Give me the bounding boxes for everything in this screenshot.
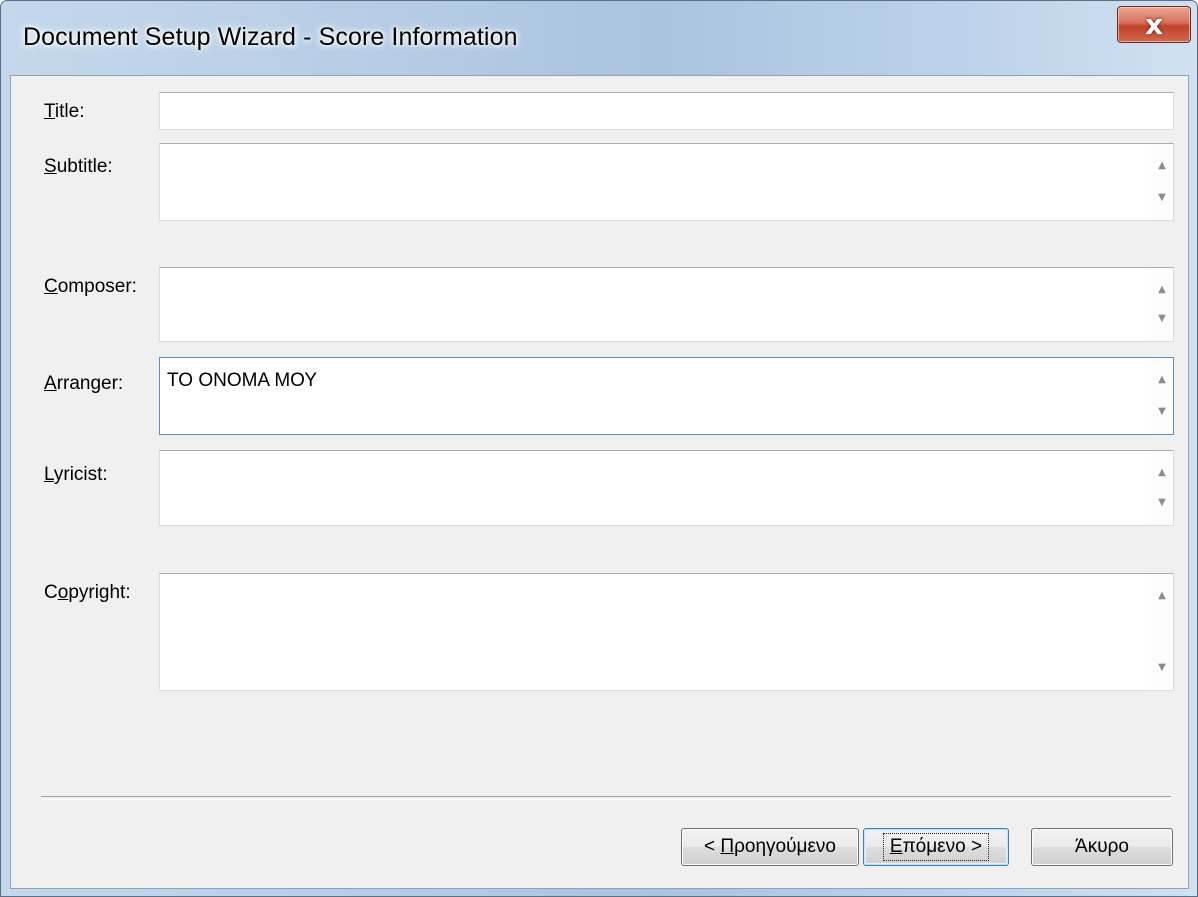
next-button-label: Επόμενο > xyxy=(882,833,990,861)
arranger-scrollbar[interactable]: ▲ ▼ xyxy=(1151,358,1173,434)
close-icon: x xyxy=(1144,7,1164,41)
scroll-up-arrow-icon[interactable]: ▲ xyxy=(1151,584,1173,606)
copyright-scrollbar[interactable]: ▲ ▼ xyxy=(1151,574,1173,690)
arranger-label: Arranger: xyxy=(44,373,124,394)
copyright-label: Copyright: xyxy=(44,582,131,603)
scroll-up-arrow-icon[interactable]: ▲ xyxy=(1151,368,1173,390)
copyright-input[interactable]: ▲ ▼ xyxy=(159,573,1174,691)
back-button-label: < Προηγούμενο xyxy=(704,836,836,857)
scroll-down-arrow-icon[interactable]: ▼ xyxy=(1151,307,1173,329)
arranger-input[interactable]: ΤΟ ΟΝΟΜΑ ΜΟΥ ▲ ▼ xyxy=(159,357,1174,435)
close-button[interactable]: x xyxy=(1117,6,1191,43)
subtitle-label: Subtitle: xyxy=(44,156,113,177)
window-title: Document Setup Wizard - Score Informatio… xyxy=(23,23,518,51)
cancel-button-label: Άκυρο xyxy=(1075,836,1129,857)
subtitle-input[interactable]: ▲ ▼ xyxy=(159,143,1174,221)
cancel-button[interactable]: Άκυρο xyxy=(1031,828,1173,866)
subtitle-scrollbar[interactable]: ▲ ▼ xyxy=(1151,144,1173,220)
title-bar[interactable]: Document Setup Wizard - Score Informatio… xyxy=(1,1,1197,75)
scroll-down-arrow-icon[interactable]: ▼ xyxy=(1151,491,1173,513)
scroll-up-arrow-icon[interactable]: ▲ xyxy=(1151,154,1173,176)
lyricist-input[interactable]: ▲ ▼ xyxy=(159,450,1174,526)
scroll-up-arrow-icon[interactable]: ▲ xyxy=(1151,461,1173,483)
lyricist-label: Lyricist: xyxy=(44,464,108,485)
composer-scrollbar[interactable]: ▲ ▼ xyxy=(1151,268,1173,341)
title-label: Title: xyxy=(44,101,85,122)
composer-input[interactable]: ▲ ▼ xyxy=(159,267,1174,342)
next-button[interactable]: Επόμενο > xyxy=(863,828,1009,866)
wizard-content: Title: Subtitle: ▲ ▼ Composer: ▲ ▼ Arran… xyxy=(10,75,1189,889)
button-separator xyxy=(41,796,1171,800)
composer-label: Composer: xyxy=(44,276,137,297)
back-button[interactable]: < Προηγούμενο xyxy=(681,828,859,866)
lyricist-scrollbar[interactable]: ▲ ▼ xyxy=(1151,451,1173,525)
arranger-value: ΤΟ ΟΝΟΜΑ ΜΟΥ xyxy=(167,370,317,391)
wizard-window: Document Setup Wizard - Score Informatio… xyxy=(0,0,1198,897)
scroll-down-arrow-icon[interactable]: ▼ xyxy=(1151,186,1173,208)
title-input[interactable] xyxy=(159,92,1174,130)
scroll-down-arrow-icon[interactable]: ▼ xyxy=(1151,400,1173,422)
scroll-down-arrow-icon[interactable]: ▼ xyxy=(1151,656,1173,678)
scroll-up-arrow-icon[interactable]: ▲ xyxy=(1151,278,1173,300)
